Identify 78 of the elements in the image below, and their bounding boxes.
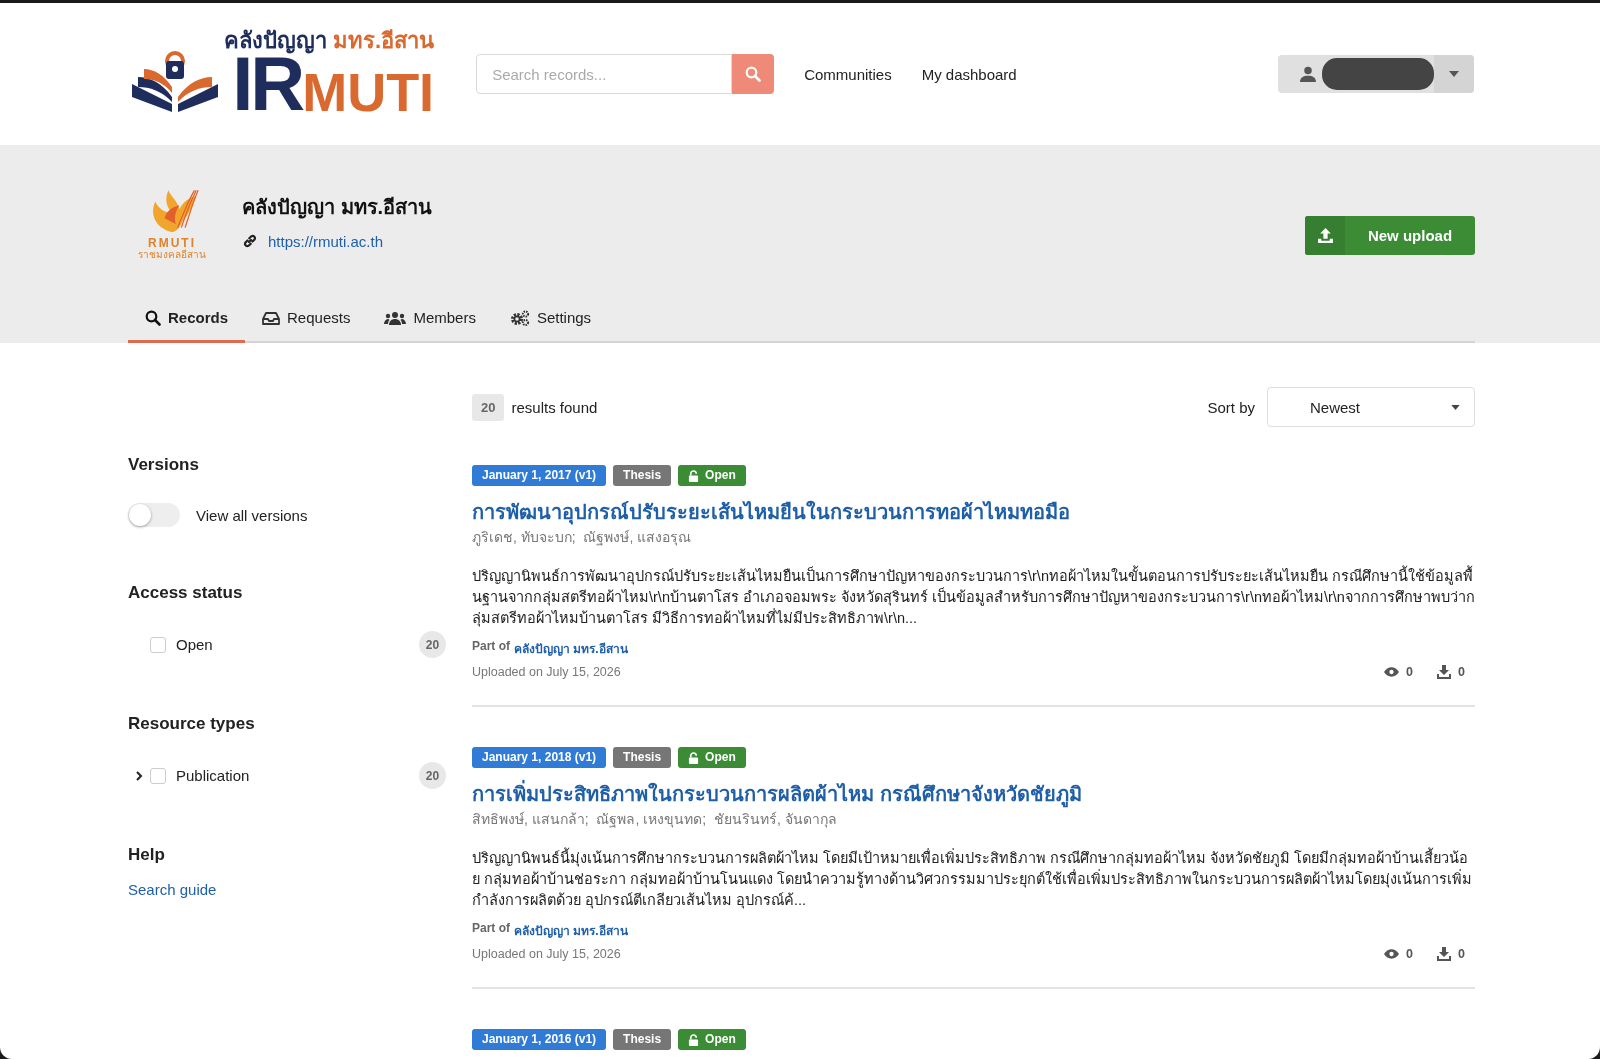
community-name: คลังปัญญา มทร.อีสาน bbox=[242, 194, 433, 221]
new-upload-button[interactable]: New upload bbox=[1305, 215, 1475, 255]
section-heading: Resource types bbox=[128, 714, 256, 734]
result-count: 20 bbox=[472, 393, 505, 421]
record-title-link[interactable]: การพัฒนาอุปกรณ์ปรับระยะเส้นไหมยืนในกระบวนการทอผ้าไหมทอมือ bbox=[472, 499, 1475, 525]
tab[interactable]: Settings bbox=[492, 295, 609, 343]
view-count: 0 bbox=[1406, 665, 1414, 679]
access-badge: Open bbox=[678, 465, 746, 486]
tab[interactable]: Records bbox=[128, 295, 246, 343]
nav-link[interactable]: Communities bbox=[804, 65, 892, 83]
user-menu-button[interactable] bbox=[1278, 55, 1474, 93]
download-icon bbox=[1437, 947, 1452, 961]
access-badge: Open bbox=[678, 747, 746, 768]
website-link[interactable]: https://rmuti.ac.th bbox=[268, 232, 384, 250]
community-link[interactable]: คลังปัญญา มทร.อีสาน bbox=[514, 639, 628, 658]
unlock-icon bbox=[688, 469, 700, 482]
date-badge: January 1, 2017 (v1) bbox=[472, 465, 607, 486]
record-description: ปริญญานิพนธ์การพัฒนาอุปกรณ์ปรับระยะเส้นไหมยืนเป็นการศึกษาปัญหาของกระบวนการ\r\nทอผ้าไหมในขั้นตอนการปรับระยะเส้นไหมยืน กรณีศึกษานี้ใช้ข้อมูลพื้นฐานจากกลุ่มสตรีทอผ้าไหม\r\nบ้านตาโสร อำเภอจอมพระ จังหวัดสุรินทร์ เป็นข้อมูลสำหรับการศึกษาปัญหาของกระบวนการ\r\nทอผ้าไหม\r\nจากการศึกษาพบว่ากลุ่มสตรีทอผ้าไหมบ้านตาโสร มีวิธีการทอผ้าไหมที่ไม่มีประสิทธิภาพ\r\n... bbox=[472, 566, 1475, 629]
upload-date: Uploaded on July 15, 2026 bbox=[472, 947, 621, 961]
date-badge: January 1, 2018 (v1) bbox=[472, 747, 607, 768]
type-badge: Thesis bbox=[613, 465, 672, 486]
search-field[interactable]: Search records... bbox=[476, 54, 733, 94]
toggle-label: View all versions bbox=[196, 506, 308, 524]
record-description: ปริญญานิพนธ์นี้มุ่งเน้นการศึกษากระบวนการผลิตผ้าไหม โดยมีเป้าหมายเพื่อเพิ่มประสิทธิภาพ กรณีศึกษากลุ่มทอผ้าไหม จังหวัดชัยภูมิ โดยมีกลุ่มทอผ้าบ้านเสี้ยวน้อย กลุ่มทอผ้าบ้านช่อระกา กลุ่มทอผ้าบ้านโนนแดง โดยนำความรู้ทางด้านวิศวกรรมมาประยุกต์ใช้เพื่อเพิ่มประสิทธิภาพในกระบวนการผลิตผ้าไหมโดยมุ่งเน้นการเพิ่มกำลังการผลิตด้วย อุปกรณ์ตีเกลียวเส้นไหม อุปกรณ์ค้... bbox=[472, 848, 1475, 911]
community-link[interactable]: คลังปัญญา มทร.อีสาน bbox=[514, 921, 628, 940]
part-of-label: Part of bbox=[472, 639, 510, 655]
type-badge: Thesis bbox=[613, 1029, 672, 1050]
eye-icon bbox=[1384, 667, 1400, 677]
record-title-link[interactable]: การเพิ่มประสิทธิภาพในกระบวนการผลิตผ้าไหม กรณีศึกษาจังหวัดชัยภูมิ bbox=[472, 781, 1475, 807]
checkbox[interactable] bbox=[150, 636, 166, 653]
logo-text: MUTI bbox=[302, 71, 435, 115]
sort-label: Sort by bbox=[1207, 398, 1255, 416]
creators: สิทธิพงษ์, แสนกล้า; ณัฐพล, เหงขุนทด; ชัยนรินทร์, จันดากุล bbox=[472, 810, 838, 830]
download-icon bbox=[1437, 665, 1452, 679]
section-heading: Versions bbox=[128, 455, 200, 475]
search-icon bbox=[145, 309, 161, 326]
logo-title: มทร.อีสาน bbox=[333, 27, 435, 54]
caret-icon bbox=[1451, 404, 1460, 410]
results-label: results found bbox=[511, 398, 598, 416]
sort-dropdown[interactable]: Newest bbox=[1267, 387, 1475, 427]
upload-date: Uploaded on July 15, 2026 bbox=[472, 665, 621, 679]
search-icon bbox=[745, 66, 762, 82]
count-badge: 20 bbox=[419, 762, 446, 789]
toggle-switch[interactable] bbox=[128, 503, 180, 527]
logo-text: IR bbox=[232, 53, 303, 115]
checkbox[interactable] bbox=[150, 767, 166, 784]
logo-subtext: ราชมงคลอีสาน bbox=[138, 248, 206, 260]
unlock-icon bbox=[688, 751, 700, 764]
user-icon bbox=[1300, 66, 1316, 82]
eye-icon bbox=[1384, 949, 1400, 959]
section-heading: Access status bbox=[128, 583, 244, 603]
tab[interactable]: Members bbox=[367, 295, 493, 343]
view-count: 0 bbox=[1406, 947, 1414, 961]
unlock-icon bbox=[688, 1033, 700, 1046]
gears-icon bbox=[509, 309, 530, 326]
date-badge: January 1, 2016 (v1) bbox=[472, 1029, 607, 1050]
section-heading: Help bbox=[128, 845, 166, 865]
filter-label: Open bbox=[176, 636, 213, 653]
type-badge: Thesis bbox=[613, 747, 672, 768]
download-count: 0 bbox=[1458, 947, 1465, 961]
part-of-label: Part of bbox=[472, 921, 510, 937]
tab[interactable]: Requests bbox=[245, 295, 368, 343]
caret-icon bbox=[1449, 71, 1459, 77]
download-count: 0 bbox=[1458, 665, 1465, 679]
search-button[interactable] bbox=[732, 54, 775, 94]
logo-title: คลังปัญญา bbox=[224, 27, 327, 54]
upload-icon bbox=[1316, 226, 1334, 244]
chevron-right-icon[interactable] bbox=[135, 770, 143, 781]
link-icon bbox=[242, 233, 258, 249]
access-badge: Open bbox=[678, 1029, 746, 1050]
nav-link[interactable]: My dashboard bbox=[921, 65, 1017, 83]
logo-text: RMUTI bbox=[148, 236, 196, 249]
inbox-icon bbox=[262, 310, 281, 325]
search-guide-link[interactable]: Search guide bbox=[128, 881, 217, 898]
filter-label: Publication bbox=[176, 767, 250, 784]
users-icon bbox=[384, 310, 407, 325]
count-badge: 20 bbox=[419, 631, 446, 658]
creators: ภูริเดช, ทับจะบก; ณัฐพงษ์, แสงอรุณ bbox=[472, 528, 693, 548]
